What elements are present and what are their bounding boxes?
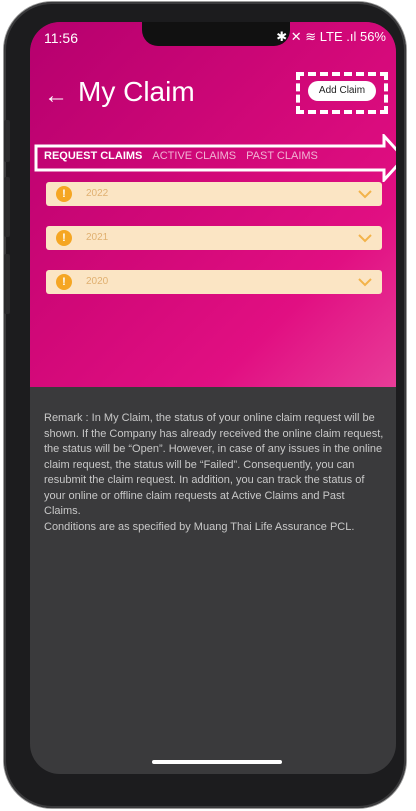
chevron-down-icon (358, 278, 372, 287)
year-label: 2020 (86, 276, 109, 287)
chevron-down-icon (358, 190, 372, 199)
status-icons: ✱ ✕ ≋ LTE .ıl 56% (276, 29, 386, 44)
camera-notch (142, 22, 290, 46)
conditions-paragraph: Conditions are as specified by Muang Tha… (44, 520, 355, 533)
status-time: 11:56 (44, 30, 78, 46)
page-title: My Claim (78, 76, 195, 107)
side-button (4, 120, 10, 162)
remark-paragraph: Remark : In My Claim, the status of your… (44, 412, 384, 517)
year-row-2020[interactable]: ! 2020 (46, 270, 382, 294)
year-row-2022[interactable]: ! 2022 (46, 182, 382, 206)
year-label: 2022 (86, 188, 109, 199)
chevron-down-icon (358, 234, 372, 243)
year-row-2021[interactable]: ! 2021 (46, 226, 382, 250)
remark-text: Remark : In My Claim, the status of your… (44, 411, 384, 535)
screen: 11:56 ✱ ✕ ≋ LTE .ıl 56% ← My Claim Add C… (30, 22, 396, 774)
tab-active-claims[interactable]: ACTIVE CLAIMS (152, 146, 236, 166)
year-label: 2021 (86, 232, 109, 243)
volume-down-button (4, 254, 10, 314)
home-indicator[interactable] (152, 760, 282, 764)
phone-frame: 11:56 ✱ ✕ ≋ LTE .ıl 56% ← My Claim Add C… (4, 2, 406, 808)
back-arrow-icon[interactable]: ← (44, 84, 68, 108)
warning-icon: ! (56, 274, 72, 290)
warning-icon: ! (56, 186, 72, 202)
claim-tabs: REQUEST CLAIMS ACTIVE CLAIMS PAST CLAIMS (44, 146, 318, 166)
highlight-dashed-box (296, 72, 388, 114)
volume-up-button (4, 177, 10, 237)
tab-past-claims[interactable]: PAST CLAIMS (246, 146, 318, 166)
warning-icon: ! (56, 230, 72, 246)
tab-request-claims[interactable]: REQUEST CLAIMS (44, 146, 142, 166)
